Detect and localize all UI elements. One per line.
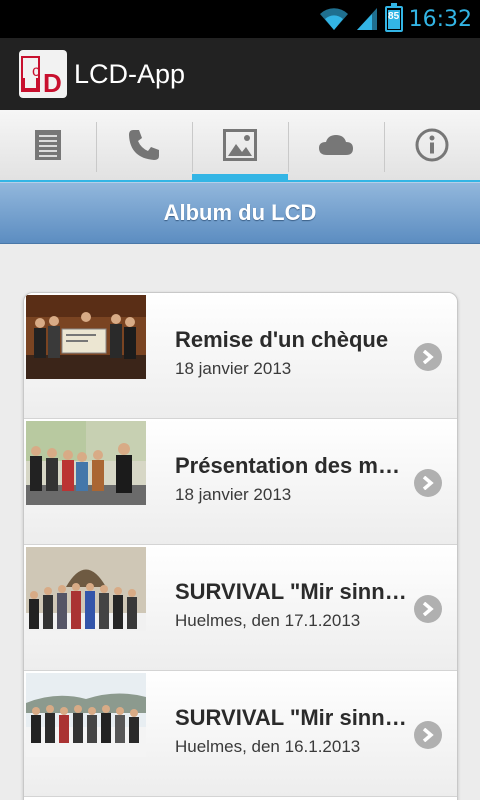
chevron-right-icon[interactable] [414,343,442,371]
list-icon [35,130,61,160]
battery-percent: 85 [388,11,400,22]
status-icons: 85 16:32 [319,3,472,34]
thumbnail-image [26,547,146,631]
list-item[interactable]: Présentation des métiers 18 janvier 2013 [24,419,457,545]
app-title: LCD-App [74,59,186,89]
item-date: Huelmes, den 17.1.2013 [175,611,361,630]
thumbnail-image [26,295,146,379]
tab-news[interactable] [0,110,96,180]
image-icon [223,129,257,161]
tab-contact[interactable] [96,110,192,180]
wifi-icon [319,8,348,31]
svg-text:D: D [43,68,62,98]
list-item[interactable]: SURVIVAL "Mir sinn dobäi" Huelmes, den 1… [24,671,457,797]
section-header: Album du LCD [0,182,480,244]
tab-bar [0,110,480,182]
thumbnail-image [26,421,146,505]
item-title: SURVIVAL "Mir sinn dobäi" [175,705,411,730]
chevron-right-icon[interactable] [414,595,442,623]
item-title: SURVIVAL "Mir sinn dobäi" [175,579,411,604]
tab-info[interactable] [384,110,480,180]
item-date: 18 janvier 2013 [175,359,292,378]
status-bar: 85 16:32 [0,0,480,38]
thumbnail-image [26,673,146,757]
lcd-logo-icon: c D [21,56,62,98]
cloud-icon [319,135,353,155]
album-list: Remise d'un chèque 18 janvier 2013 Prése… [23,292,458,800]
chevron-right-icon[interactable] [414,721,442,749]
action-bar: c D LCD-App [0,38,480,110]
item-title: Présentation des métiers [175,453,411,478]
tab-album[interactable] [192,110,288,182]
list-item[interactable]: SURVIVAL "Mir sinn dobäi" Huelmes, den 1… [24,545,457,671]
app-logo[interactable]: c D [19,50,67,98]
list-item[interactable]: Remise d'un chèque 18 janvier 2013 [24,293,457,419]
item-date: 18 janvier 2013 [175,485,292,504]
info-icon [415,128,449,162]
tab-cloud[interactable] [288,110,384,180]
clock: 16:32 [408,6,472,32]
item-date: Huelmes, den 16.1.2013 [175,737,361,756]
battery-icon: 85 [384,3,403,32]
page-title: Album du LCD [163,200,317,225]
signal-icon [356,8,377,30]
svg-text:c: c [32,63,40,80]
item-title: Remise d'un chèque [175,327,389,352]
phone-icon [129,130,159,160]
chevron-right-icon[interactable] [414,469,442,497]
